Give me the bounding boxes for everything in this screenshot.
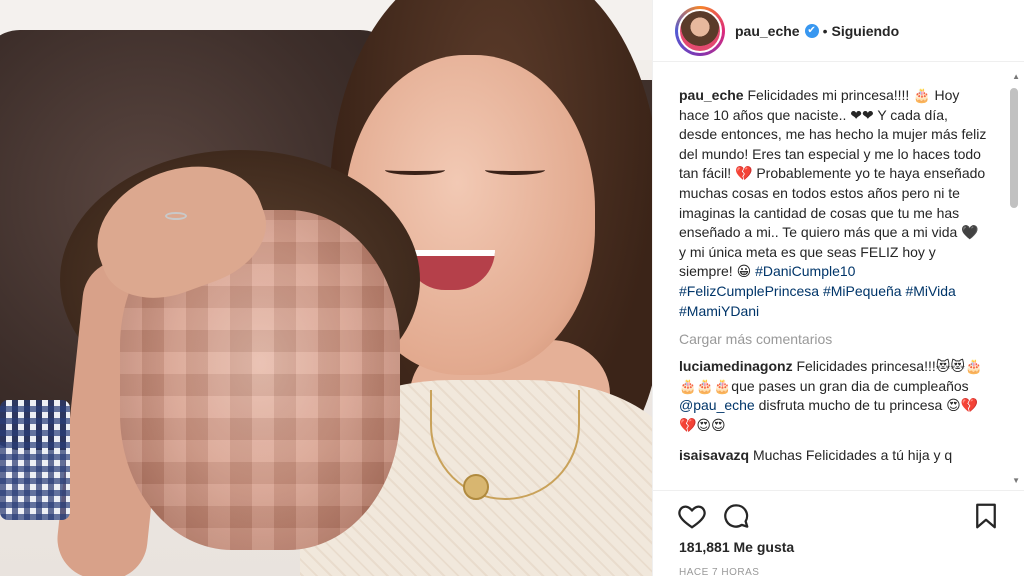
comments-list[interactable]: pau_eche Felicidades mi princesa!!!! 🎂 H…	[653, 62, 1024, 490]
following-button[interactable]: Siguiendo	[832, 23, 900, 39]
comment-icon[interactable]	[721, 501, 751, 531]
comment-item: isaisavazq Muchas Felicidades a tú hija …	[679, 446, 989, 466]
post-header: pau_eche ✔ • Siguiendo	[653, 0, 1024, 62]
photo-eye-left	[385, 165, 445, 175]
photo-ring	[165, 212, 187, 220]
heart-icon[interactable]	[677, 501, 707, 531]
hashtag-link[interactable]: #FelizCumplePrincesa	[679, 283, 819, 299]
hashtag-link[interactable]: #MiPequeña	[823, 283, 902, 299]
caption-author[interactable]: pau_eche	[679, 87, 744, 103]
load-more-comments-button[interactable]: Cargar más comentarios	[679, 331, 1005, 347]
scrollbar-thumb[interactable]	[1010, 88, 1018, 208]
header-separator: •	[822, 22, 828, 39]
comment-author[interactable]: luciamedinagonz	[679, 358, 793, 374]
scroll-up-arrow-icon[interactable]: ▲	[1012, 72, 1020, 81]
comment-item: luciamedinagonz Felicidades princesa!!!😻…	[679, 357, 989, 435]
likes-count[interactable]: 181,881 Me gusta	[679, 539, 794, 555]
post-photo[interactable]	[0, 0, 652, 576]
post-caption: pau_eche Felicidades mi princesa!!!! 🎂 H…	[679, 86, 989, 321]
hashtag-link[interactable]: #DaniCumple10	[755, 263, 855, 279]
header-username[interactable]: pau_eche	[735, 23, 800, 39]
comment-author[interactable]: isaisavazq	[679, 447, 749, 463]
photo-gingham-shirt	[0, 400, 70, 520]
caption-text: Felicidades mi princesa!!!! 🎂 Hoy hace 1…	[679, 87, 987, 280]
avatar-image	[678, 8, 722, 53]
hashtag-link[interactable]: #MamiYDani	[679, 303, 759, 319]
verified-badge-icon: ✔	[804, 23, 819, 38]
post-actions: 181,881 Me gusta HACE 7 HORAS	[653, 490, 1024, 576]
comment-text: Muchas Felicidades a tú hija y q	[749, 446, 953, 463]
post-timestamp[interactable]: HACE 7 HORAS	[679, 567, 759, 576]
hashtag-link[interactable]: #MiVida	[905, 283, 955, 299]
mention-link[interactable]: @pau_eche	[679, 397, 755, 413]
photo-eye-right	[485, 165, 545, 175]
bookmark-icon[interactable]	[971, 501, 1001, 531]
avatar[interactable]	[675, 5, 725, 56]
post-sidebar: pau_eche ✔ • Siguiendo pau_eche Felicida…	[652, 0, 1024, 576]
scroll-down-arrow-icon[interactable]: ▼	[1012, 476, 1020, 485]
photo-pendant	[463, 474, 489, 500]
